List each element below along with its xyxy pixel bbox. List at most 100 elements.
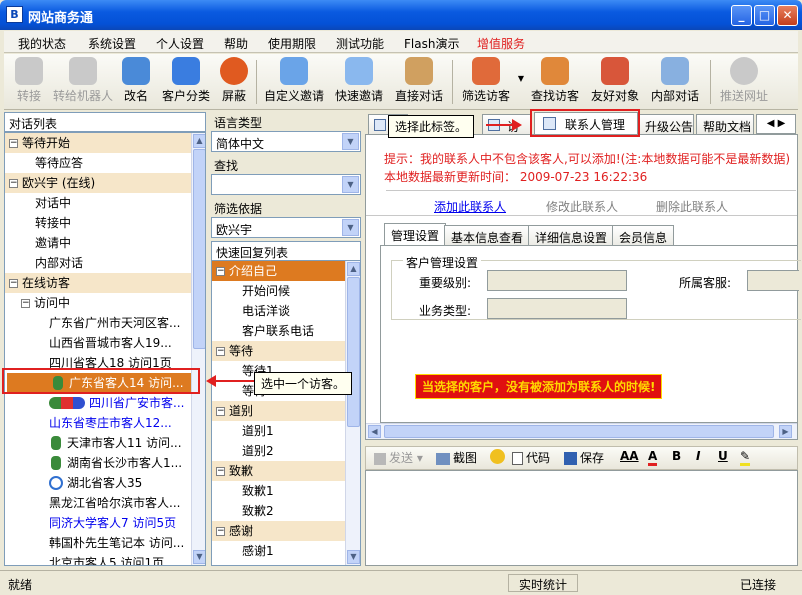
visitor-row[interactable]: 天津市客人11 访问... bbox=[5, 433, 182, 453]
status-ready: 就绪 bbox=[8, 578, 33, 592]
reply-item[interactable]: 感谢1 bbox=[212, 541, 274, 561]
tab-upgrade-notice[interactable]: 升级公告 bbox=[638, 114, 694, 134]
tab-detail-settings[interactable]: 详细信息设置 bbox=[528, 225, 615, 245]
reply-group-apology[interactable]: − 致歉 bbox=[212, 461, 345, 481]
reply-group-intro[interactable]: − 介绍自己 bbox=[212, 261, 345, 281]
visitor-row[interactable]: 广东省广州市天河区客... bbox=[5, 313, 180, 333]
filter-dropdown-arrow[interactable]: ▼ bbox=[516, 74, 526, 83]
emoji-button[interactable] bbox=[490, 449, 505, 464]
menu-personal-settings[interactable]: 个人设置 bbox=[156, 35, 204, 52]
transfer-robot-button[interactable]: 转给机器人 bbox=[52, 57, 114, 104]
code-button[interactable]: 代码 bbox=[512, 449, 550, 466]
visitor-person-icon bbox=[51, 436, 61, 450]
send-button[interactable]: 发送 ▾ bbox=[374, 449, 423, 466]
group-waiting-start[interactable]: − 等待开始 bbox=[5, 133, 191, 153]
left-scrollbar[interactable]: ▲ ▼ bbox=[191, 133, 205, 565]
visitor-row[interactable]: 黑龙江省哈尔滨市客人... bbox=[5, 493, 180, 513]
italic-button[interactable]: I bbox=[696, 449, 700, 463]
content-hscrollbar[interactable]: ◀ ▶ bbox=[366, 423, 797, 439]
save-button[interactable]: 保存 bbox=[564, 449, 604, 466]
transfer-button[interactable]: 转接 bbox=[12, 57, 46, 104]
transfer-icon bbox=[15, 57, 43, 85]
item-inviting[interactable]: 邀请中 bbox=[5, 233, 71, 253]
reply-item[interactable]: 致歉1 bbox=[212, 481, 274, 501]
filter-select[interactable]: 欧兴宇 ▼ bbox=[211, 217, 361, 238]
visitor-row[interactable]: 四川省广安市客... bbox=[5, 393, 184, 413]
add-contact-link[interactable]: 添加此联系人 bbox=[434, 198, 506, 215]
group-online-visitors[interactable]: − 在线访客 bbox=[5, 273, 191, 293]
tab-help-docs[interactable]: 帮助文档 bbox=[696, 114, 754, 134]
menu-value-added[interactable]: 增值服务 bbox=[477, 35, 525, 52]
item-waiting-reply[interactable]: 等待应答 bbox=[5, 153, 83, 173]
find-input[interactable]: ▼ bbox=[211, 174, 361, 195]
menu-system-settings[interactable]: 系统设置 bbox=[88, 35, 136, 52]
reply-item[interactable]: 道别1 bbox=[212, 421, 274, 441]
underline-button[interactable]: U bbox=[718, 449, 728, 463]
visitor-highlight-box bbox=[2, 368, 200, 394]
highlight-button[interactable]: ✎ bbox=[740, 449, 751, 466]
rename-icon bbox=[122, 57, 150, 85]
direct-chat-button[interactable]: 直接对话 bbox=[392, 57, 446, 104]
reply-item[interactable]: 道别2 bbox=[212, 441, 274, 461]
rename-button[interactable]: 改名 bbox=[120, 57, 152, 104]
visitor-row[interactable]: 山西省晋城市客人19... bbox=[5, 333, 172, 353]
close-button[interactable]: ✕ bbox=[777, 5, 798, 26]
menu-my-status[interactable]: 我的状态 bbox=[18, 35, 66, 52]
business-field[interactable] bbox=[487, 298, 627, 319]
owner-field[interactable] bbox=[747, 270, 799, 291]
maximize-button[interactable]: □ bbox=[754, 5, 775, 26]
menu-flash-demo[interactable]: Flash演示 bbox=[404, 35, 459, 52]
screenshot-button[interactable]: 截图 bbox=[436, 449, 477, 466]
tab-hint-callout: 选择此标签。 bbox=[388, 115, 475, 138]
internal-chat-button[interactable]: 内部对话 bbox=[648, 57, 702, 104]
visitor-row[interactable]: 湖南省长沙市客人1... bbox=[5, 453, 182, 473]
visitor-row[interactable]: 同济大学客人7 访问5页 bbox=[5, 513, 176, 533]
group-agent-online[interactable]: − 欧兴宇 (在线) bbox=[5, 173, 191, 193]
menu-help[interactable]: 帮助 bbox=[224, 35, 248, 52]
item-internal-chat[interactable]: 内部对话 bbox=[5, 253, 83, 273]
customer-category-icon bbox=[172, 57, 200, 85]
item-transferring[interactable]: 转接中 bbox=[5, 213, 71, 233]
bold-button[interactable]: B bbox=[672, 449, 681, 463]
find-visitor-button[interactable]: 查找访客 bbox=[528, 57, 582, 104]
font-color-button[interactable]: A bbox=[648, 449, 658, 466]
filter-visitor-button[interactable]: 筛选访客 bbox=[458, 57, 514, 104]
item-chatting[interactable]: 对话中 bbox=[5, 193, 71, 213]
font-button[interactable]: AA bbox=[620, 449, 639, 463]
reply-item[interactable]: 致歉2 bbox=[212, 501, 274, 521]
menu-usage-period[interactable]: 使用期限 bbox=[268, 35, 316, 52]
reply-group-wait[interactable]: − 等待 bbox=[212, 341, 345, 361]
middle-scrollbar[interactable]: ▲ ▼ bbox=[345, 261, 360, 565]
arrow-head bbox=[512, 119, 522, 131]
warning-banner: 当选择的客户，没有被添加为联系人的时候! bbox=[415, 374, 663, 399]
reply-group-thanks[interactable]: − 感谢 bbox=[212, 521, 345, 541]
edit-contact-link[interactable]: 修改此联系人 bbox=[546, 198, 618, 215]
menu-test-features[interactable]: 测试功能 bbox=[336, 35, 384, 52]
tab-basic-info[interactable]: 基本信息查看 bbox=[444, 225, 531, 245]
minimize-button[interactable]: _ bbox=[731, 5, 752, 26]
reply-item[interactable]: 电话洋谈 bbox=[212, 301, 290, 321]
custom-invite-button[interactable]: 自定义邀请 bbox=[261, 57, 327, 104]
subgroup-visiting[interactable]: − 访问中 bbox=[5, 293, 70, 313]
status-realtime-stats[interactable]: 实时统计 bbox=[508, 574, 578, 592]
find-label: 查找 bbox=[214, 159, 239, 173]
visitor-row[interactable]: 北京市客人5 访问1页 bbox=[5, 553, 164, 565]
reply-group-goodbye[interactable]: − 道别 bbox=[212, 401, 345, 421]
customer-category-button[interactable]: 客户分类 bbox=[158, 57, 214, 104]
tab-member-info[interactable]: 会员信息 bbox=[612, 225, 675, 245]
reply-item[interactable]: 开始问候 bbox=[212, 281, 290, 301]
delete-contact-link[interactable]: 删除此联系人 bbox=[656, 198, 728, 215]
tab-scroll-arrows[interactable]: ◀ ▶ bbox=[756, 114, 796, 134]
friend-button[interactable]: 友好对象 bbox=[588, 57, 642, 104]
tab-management-settings[interactable]: 管理设置 bbox=[384, 223, 447, 245]
visitor-row[interactable]: 湖北省客人35 bbox=[5, 473, 142, 493]
reply-item[interactable]: 客户联系电话 bbox=[212, 321, 314, 341]
visitor-row[interactable]: 韩国朴先生笔记本 访问... bbox=[5, 533, 184, 553]
message-input[interactable] bbox=[365, 470, 798, 566]
importance-field[interactable] bbox=[487, 270, 627, 291]
visitor-row[interactable]: 山东省枣庄市客人12... bbox=[5, 413, 172, 433]
language-select[interactable]: 简体中文 ▼ bbox=[211, 131, 361, 152]
quick-invite-button[interactable]: 快速邀请 bbox=[332, 57, 386, 104]
push-url-button[interactable]: 推送网址 bbox=[716, 57, 772, 104]
block-button[interactable]: 屏蔽 bbox=[218, 57, 250, 104]
